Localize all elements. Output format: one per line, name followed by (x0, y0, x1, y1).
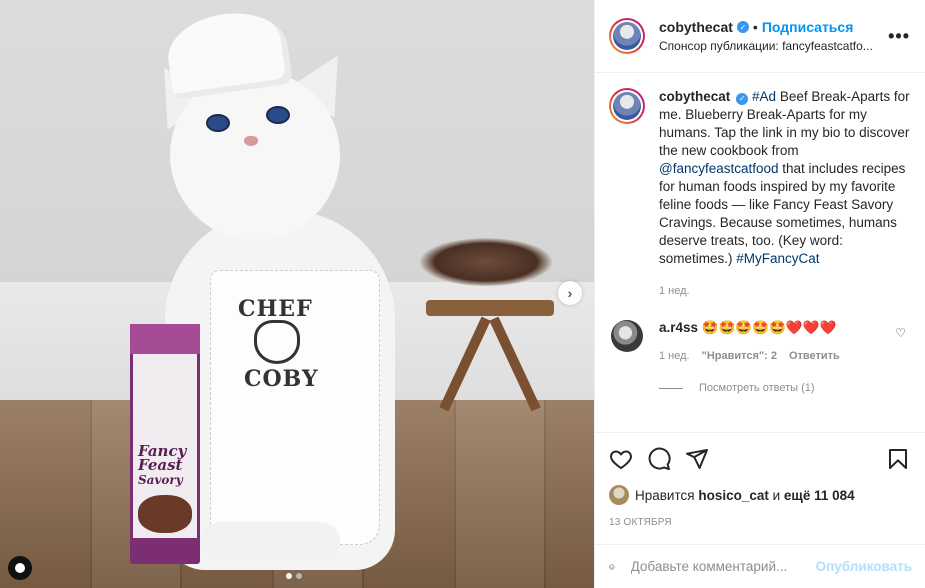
carousel-dot (296, 573, 302, 579)
comment-like-heart-icon[interactable]: ♡ (895, 326, 906, 340)
photo-food-plate (420, 238, 552, 286)
comment-item: a.r4ss 🤩🤩🤩🤩🤩❤️❤️❤️ 1 нед. "Нравится": 2 … (609, 320, 910, 362)
apron-text-chef: CHEF (238, 296, 313, 322)
replies-divider-line (659, 387, 683, 389)
mention-link[interactable]: @fancyfeastcatfood (659, 161, 779, 176)
likes-middle: и (768, 487, 784, 503)
comment-text: 🤩🤩🤩🤩🤩❤️❤️❤️ (701, 320, 837, 335)
view-replies-button[interactable]: Посмотреть ответы (1) (659, 382, 910, 394)
liker-username[interactable]: hosico_cat (698, 488, 769, 503)
comment-timestamp[interactable]: 1 нед. (659, 350, 690, 362)
follow-button[interactable]: Подписаться (762, 19, 854, 35)
comment-reply-button[interactable]: Ответить (789, 350, 840, 362)
likes-count-button[interactable]: ещё 11 084 (784, 488, 855, 503)
instagram-post-modal: CHEF COBY Fancy Feast Savory › cobytheca… (0, 0, 925, 588)
commenter-username[interactable]: a.r4ss (659, 320, 698, 335)
comment-input[interactable] (630, 559, 808, 574)
box-brand-text: Fancy Feast Savory (138, 442, 187, 488)
post-date[interactable]: 13 ОКТЯБРЯ (609, 517, 910, 528)
bookmark-icon[interactable] (886, 447, 910, 471)
post-media[interactable]: CHEF COBY Fancy Feast Savory › (0, 0, 594, 588)
more-options-icon[interactable]: ••• (888, 26, 910, 47)
post-side-panel: cobythecat ✓ • Подписаться Спонсор публи… (594, 0, 925, 588)
post-caption: cobythecat ✓ #Ad Beef Break-Aparts for me… (609, 88, 910, 300)
photo-cat-eye-right (266, 106, 290, 124)
carousel-next-button[interactable]: › (558, 281, 582, 305)
hashtag-ad-link[interactable]: #Ad (752, 89, 776, 104)
author-avatar[interactable] (609, 18, 645, 54)
hashtag-link[interactable]: #MyFancyCat (736, 251, 819, 266)
post-header: cobythecat ✓ • Подписаться Спонсор публи… (595, 0, 925, 73)
caption-author-avatar[interactable] (609, 88, 645, 124)
chevron-right-icon: › (567, 285, 573, 301)
tagged-users-button[interactable] (8, 556, 32, 580)
separator-dot: • (752, 19, 758, 35)
photo-box-top (130, 324, 200, 354)
carousel-dot-active (286, 573, 292, 579)
photo-box-bottom (133, 538, 197, 562)
user-tag-icon (15, 563, 25, 573)
add-comment-bar: Опубликовать (595, 544, 925, 588)
photo-cat-paws (200, 522, 340, 562)
apron-text-coby: COBY (244, 366, 319, 392)
like-heart-icon[interactable] (609, 447, 633, 471)
post-actions: Нравится hosico_cat и ещё 11 084 13 ОКТЯ… (595, 432, 925, 544)
likes-prefix: Нравится (635, 487, 695, 503)
view-replies-label: Посмотреть ответы (1) (699, 382, 815, 394)
photo-stool (420, 300, 560, 412)
commenter-avatar[interactable] (611, 320, 643, 352)
photo-box-meat (138, 495, 192, 533)
carousel-dots (286, 573, 302, 579)
author-username[interactable]: cobythecat (659, 19, 733, 35)
liker-avatar[interactable] (609, 485, 629, 505)
caption-timestamp[interactable]: 1 нед. (659, 282, 910, 300)
photo-cat-eye-left (206, 114, 230, 132)
comments-section[interactable]: cobythecat ✓ #Ad Beef Break-Aparts for me… (595, 74, 925, 432)
photo-cat-nose (244, 136, 258, 146)
emoji-icon[interactable] (609, 555, 615, 579)
verified-badge-icon: ✓ (736, 21, 749, 33)
share-paper-plane-icon[interactable] (685, 447, 709, 471)
caption-username[interactable]: cobythecat (659, 89, 730, 104)
apron-cat-graphic (254, 320, 300, 364)
sponsor-label[interactable]: Спонсор публикации: fancyfeastcatfo... (659, 39, 873, 53)
comment-bubble-icon[interactable] (647, 447, 671, 471)
verified-badge-icon: ✓ (736, 93, 749, 105)
likes-summary: Нравится hosico_cat и ещё 11 084 (609, 485, 910, 505)
publish-button[interactable]: Опубликовать (816, 559, 912, 574)
comment-likes-count[interactable]: "Нравится": 2 (702, 350, 777, 362)
